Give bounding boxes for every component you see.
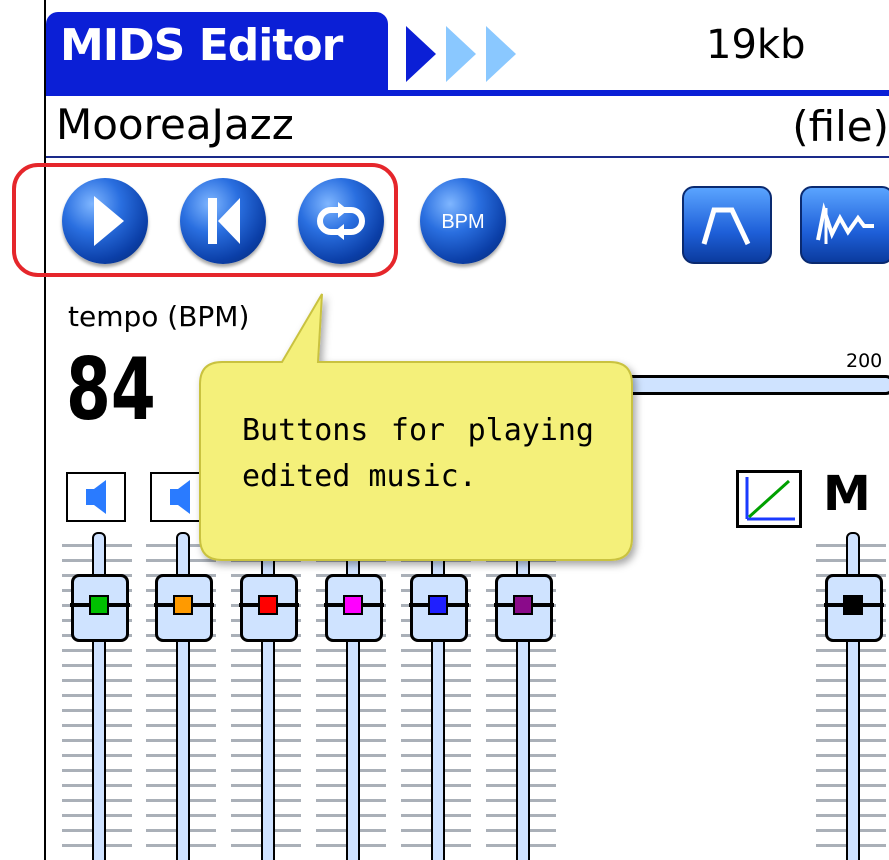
speaker-icon: [86, 480, 106, 514]
tooltip-text: Buttons for playing edited music.: [242, 413, 594, 494]
bpm-label: BPM: [441, 211, 484, 233]
channel-1-fader[interactable]: [62, 532, 132, 860]
app-title: MIDS Editor: [60, 20, 343, 71]
fader-knob[interactable]: [824, 574, 884, 642]
title-bar: MIDS Editor 19kb: [46, 12, 889, 96]
channel-color-indicator: [258, 595, 278, 615]
tempo-max-label: 200: [846, 350, 883, 372]
envelope-button[interactable]: [682, 186, 772, 264]
transport-highlight: [12, 163, 398, 277]
envelope-icon: [701, 207, 751, 246]
channel-color-indicator: [89, 595, 109, 615]
fader-knob[interactable]: [324, 574, 384, 642]
fader-knob[interactable]: [70, 574, 130, 642]
channel-color-indicator: [428, 595, 448, 615]
channel-3-fader[interactable]: [231, 532, 301, 860]
channel-color-indicator: [843, 595, 863, 615]
waveform-icon: [816, 202, 874, 244]
master-fader[interactable]: [816, 532, 886, 860]
file-menu[interactable]: (file): [792, 102, 889, 151]
fader-knob[interactable]: [239, 574, 299, 642]
tempo-slider[interactable]: [606, 375, 889, 395]
bpm-button[interactable]: BPM: [420, 178, 506, 264]
channel-color-indicator: [173, 595, 193, 615]
channel-2-fader[interactable]: [146, 532, 216, 860]
file-size: 19kb: [706, 22, 806, 68]
file-row: MooreaJazz (file): [46, 94, 889, 158]
progress-arrows-icon: [406, 26, 516, 82]
channel-color-indicator: [513, 595, 533, 615]
bpm-icon: BPM: [441, 211, 484, 233]
channel-4-fader[interactable]: [316, 532, 386, 860]
graph-view-button[interactable]: [736, 470, 802, 528]
tempo-label: tempo (BPM): [68, 300, 250, 333]
graph-icon: [745, 477, 795, 521]
waveform-button[interactable]: [800, 186, 889, 264]
speaker-icon: [170, 480, 190, 514]
fader-knob[interactable]: [154, 574, 214, 642]
fader-knob[interactable]: [409, 574, 469, 642]
channel-1-mute-button[interactable]: [66, 472, 126, 522]
channel-5-fader[interactable]: [401, 532, 471, 860]
fader-knob[interactable]: [494, 574, 554, 642]
master-label: M: [823, 466, 871, 522]
tempo-value: 84: [66, 340, 156, 440]
channel-2-mute-button[interactable]: [150, 472, 210, 522]
channel-color-indicator: [343, 595, 363, 615]
title-tab[interactable]: MIDS Editor: [46, 12, 388, 90]
channel-6-fader[interactable]: [486, 532, 556, 860]
file-name[interactable]: MooreaJazz: [56, 100, 294, 149]
